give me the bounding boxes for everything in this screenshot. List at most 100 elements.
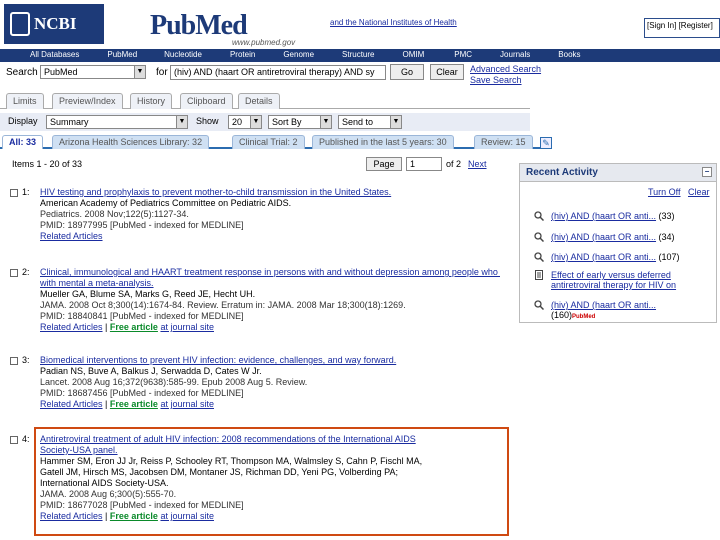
database-select-value: PubMed [44,67,78,77]
nav-item[interactable]: Structure [342,49,374,62]
tab-clipboard[interactable]: Clipboard [180,93,233,109]
related-articles-link[interactable]: Related Articles [40,399,103,409]
search-icon [534,211,544,221]
show-select-value: 20 [232,117,243,127]
result-title-link[interactable]: Biomedical interventions to prevent HIV … [40,355,396,365]
page-button[interactable]: Page [366,157,402,171]
sort-select[interactable]: Sort By ▼ [268,115,332,129]
nav-item[interactable]: Journals [500,49,530,62]
recent-item-count: (107) [658,252,680,262]
turn-off-link[interactable]: Turn Off [648,187,681,197]
tab-limits[interactable]: Limits [6,93,44,109]
show-label: Show [196,116,219,126]
database-select[interactable]: PubMed ▼ [40,65,146,79]
feature-tabs: Limits Preview/Index History Clipboard D… [0,91,530,109]
result-number: 3: [22,355,30,365]
highlight-box [34,427,509,536]
go-button[interactable]: Go [390,64,424,80]
advanced-search-link[interactable]: Advanced Search [470,64,541,74]
result-title-link[interactable]: HIV testing and prophylaxis to prevent m… [40,187,391,197]
sign-in-links[interactable]: [Sign In] [Register] [644,18,720,38]
pubmed-tag: PubMed [572,314,596,320]
result-number: 4: [22,434,30,444]
filter-tab-arizona[interactable]: Arizona Health Sciences Library: 32 [52,135,210,149]
tab-preview-index[interactable]: Preview/Index [52,93,123,109]
recent-item-link[interactable]: (hiv) AND (haart OR anti... [551,300,656,310]
result-pmid: PMID: 18977995 [PubMed - indexed for MED… [40,220,244,230]
recent-activity-title: Recent Activity − [520,164,716,182]
display-select[interactable]: Summary ▼ [46,115,188,129]
result-body: HIV testing and prophylaxis to prevent m… [40,187,500,242]
related-articles-link[interactable]: Related Articles [40,231,103,241]
page-of: of 2 [446,159,462,169]
nav-item[interactable]: Genome [283,49,314,62]
chevron-down-icon: ▼ [176,116,187,128]
filter-tab-last-5-years[interactable]: Published in the last 5 years: 30 [312,135,454,149]
sort-select-value: Sort By [272,117,302,127]
result-authors: Mueller GA, Blume SA, Marks G, Reed JE, … [40,289,256,299]
page-header: NCBI PubMed www.pubmed.gov and the Natio… [0,0,720,48]
result-number: 2: [22,267,30,277]
recent-item-count: (160) [551,310,573,320]
result-source: JAMA. 2008 Oct 8;300(14):1674-84. Review… [40,300,406,310]
ncbi-logo[interactable]: NCBI [4,4,104,44]
display-select-value: Summary [50,117,89,127]
nav-item[interactable]: PMC [454,49,472,62]
nav-item[interactable]: All Databases [30,49,79,62]
free-article-link[interactable]: Free article [110,399,158,409]
result-checkbox[interactable] [10,436,18,444]
chevron-down-icon: ▼ [390,116,401,128]
recent-item-link[interactable]: (hiv) AND (haart OR anti... [551,252,656,262]
free-article-link[interactable]: Free article [110,322,158,332]
result-pmid: PMID: 18687456 [PubMed - indexed for MED… [40,388,244,398]
clear-button[interactable]: Clear [430,64,464,80]
related-articles-link[interactable]: Related Articles [40,322,103,332]
nav-item[interactable]: PubMed [107,49,137,62]
result-source: Pediatrics. 2008 Nov;122(5):1127-34. [40,209,189,219]
filter-settings-icon[interactable]: ✎ [540,137,552,149]
separator: | [105,322,108,332]
show-select[interactable]: 20 ▼ [228,115,262,129]
recent-item-count: (33) [658,211,675,221]
result-checkbox[interactable] [10,269,18,277]
journal-site-link[interactable]: at journal site [160,399,214,409]
document-icon [535,270,543,280]
nav-item[interactable]: Nucleotide [164,49,202,62]
save-search-link[interactable]: Save Search [470,75,522,85]
send-to-select-value: Send to [342,117,374,127]
send-to-select[interactable]: Send to ▼ [338,115,402,129]
pubmed-url: www.pubmed.gov [232,38,296,47]
next-page-link[interactable]: Next [468,159,487,169]
filter-tab-clinical-trial[interactable]: Clinical Trial: 2 [232,135,305,149]
chevron-down-icon: ▼ [134,66,145,78]
journal-site-link[interactable]: at journal site [160,322,214,332]
tab-details[interactable]: Details [238,93,280,109]
collapse-icon[interactable]: − [702,167,712,177]
filter-tab-review[interactable]: Review: 15 [474,135,533,149]
nih-link[interactable]: and the National Institutes of Health [330,18,457,27]
result-checkbox[interactable] [10,189,18,197]
recent-item-link[interactable]: Effect of early versus deferred antiretr… [551,270,676,290]
result-checkbox[interactable] [10,357,18,365]
clear-activity-link[interactable]: Clear [688,187,710,197]
filter-tab-all[interactable]: All: 33 [2,135,44,149]
result-pmid: PMID: 18840841 [PubMed - indexed for MED… [40,311,244,321]
nav-item[interactable]: Protein [230,49,255,62]
display-label: Display [8,116,38,126]
separator: | [105,399,108,409]
recent-item-link[interactable]: (hiv) AND (haart OR anti... [551,211,656,221]
recent-item-link[interactable]: (hiv) AND (haart OR anti... [551,232,656,242]
result-body: Biomedical interventions to prevent HIV … [40,355,500,410]
items-count: Items 1 - 20 of 33 [12,159,83,169]
search-icon [534,300,544,310]
nav-item[interactable]: Books [558,49,580,62]
search-row: Search PubMed ▼ for (hiv) AND (haart OR a… [0,62,720,85]
ncbi-logo-text: NCBI [34,14,77,33]
result-title-link[interactable]: Clinical, immunological and HAART treatm… [40,267,500,277]
nav-item[interactable]: OMIM [402,49,424,62]
tab-history[interactable]: History [130,93,173,109]
page-input[interactable]: 1 [406,157,442,171]
result-title-link-cont[interactable]: with mental a meta-analysis. [40,278,154,288]
search-input[interactable]: (hiv) AND (haart OR antiretroviral thera… [170,65,386,80]
for-label: for [156,67,168,78]
